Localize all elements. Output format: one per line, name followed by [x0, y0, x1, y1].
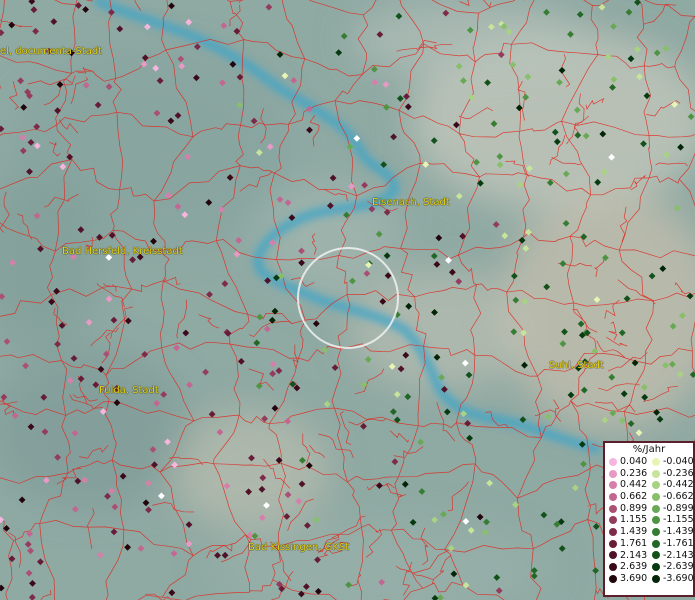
legend: %/Jahr 0.040 -0.040 0.236 -0.236 0.442 -0.442…	[603, 441, 695, 597]
legend-swatch	[652, 574, 660, 583]
legend-entry-negative: -0.662	[648, 491, 694, 503]
legend-value: 1.761	[620, 537, 648, 549]
legend-row: 2.143 -2.143	[605, 549, 694, 562]
legend-swatch	[609, 527, 617, 536]
map-canvas[interactable]	[0, 0, 695, 600]
legend-entry-negative: -1.155	[648, 514, 694, 526]
legend-swatch	[609, 481, 617, 490]
legend-swatch	[652, 539, 660, 548]
legend-row: 2.639 -2.639	[605, 561, 694, 573]
legend-entry-negative: -0.040	[648, 456, 694, 468]
legend-entry-negative: -1.439	[648, 526, 694, 538]
legend-row: 3.690 -3.690	[605, 572, 694, 585]
legend-entry-negative: -0.442	[648, 479, 694, 491]
legend-value: -1.761	[663, 537, 694, 549]
legend-value: -0.899	[663, 502, 694, 514]
legend-value: 2.143	[620, 549, 648, 561]
legend-value: -1.439	[663, 526, 694, 538]
legend-swatch	[652, 527, 660, 536]
legend-value: 0.236	[620, 467, 648, 479]
legend-value: -3.690	[663, 572, 694, 584]
legend-swatch	[652, 469, 660, 478]
city-label-documenta: el, documenta-Stadt	[0, 46, 103, 57]
legend-entry-positive: 2.143	[605, 550, 648, 562]
legend-swatch	[652, 504, 660, 513]
city-label-bad-kissingen: Bad Kissingen, GKSt	[248, 542, 350, 553]
legend-value: -2.143	[663, 549, 694, 561]
legend-swatch	[652, 563, 660, 572]
legend-entry-positive: 0.040	[605, 456, 648, 468]
city-label-eisenach: Eisenach, Stadt	[372, 197, 450, 208]
legend-entry-positive: 1.761	[605, 538, 648, 550]
legend-swatch	[609, 574, 617, 583]
legend-swatch	[652, 481, 660, 490]
legend-value: 0.040	[620, 456, 648, 467]
legend-value: 0.899	[620, 502, 648, 514]
legend-value: 1.155	[620, 514, 648, 526]
legend-value: -0.040	[663, 456, 694, 467]
legend-entry-positive: 0.662	[605, 491, 648, 503]
city-label-bad-hersfeld: Bad Hersfeld, Kreisstadt	[62, 246, 183, 257]
legend-swatch	[609, 563, 617, 572]
legend-title: %/Jahr	[632, 444, 666, 455]
city-label-suhl: Suhl, Stadt	[549, 360, 604, 371]
legend-value: -1.155	[663, 514, 694, 526]
legend-swatch	[609, 516, 617, 525]
legend-entry-negative: -0.899	[648, 502, 694, 515]
legend-rows: 0.040 -0.040 0.236 -0.236 0.442 -0.442 0.662 -0…	[605, 456, 694, 585]
legend-row: 0.040 -0.040	[605, 456, 694, 468]
legend-swatch	[609, 469, 617, 478]
legend-swatch	[609, 551, 617, 560]
legend-row: 1.155 -1.155	[605, 514, 694, 526]
legend-swatch	[609, 492, 617, 501]
legend-entry-positive: 3.690	[605, 573, 648, 585]
legend-row: 0.662 -0.662	[605, 491, 694, 503]
legend-row: 0.899 -0.899	[605, 502, 694, 515]
legend-value: -0.236	[663, 467, 694, 479]
legend-value: -2.639	[663, 561, 694, 573]
legend-value: 0.662	[620, 491, 648, 503]
legend-swatch	[652, 492, 660, 501]
legend-entry-negative: -2.639	[648, 561, 694, 573]
legend-entry-positive: 0.899	[605, 503, 648, 515]
legend-swatch	[652, 516, 660, 525]
legend-row: 0.442 -0.442	[605, 479, 694, 491]
legend-value: 3.690	[620, 572, 648, 584]
legend-entry-negative: -1.761	[648, 537, 694, 550]
legend-entry-positive: 1.439	[605, 526, 648, 538]
legend-entry-positive: 1.155	[605, 514, 648, 526]
legend-value: -0.442	[663, 479, 694, 491]
legend-swatch	[609, 457, 617, 466]
legend-value: 1.439	[620, 526, 648, 538]
legend-entry-negative: -0.236	[648, 467, 694, 480]
legend-value: 2.639	[620, 561, 648, 573]
legend-swatch	[652, 551, 660, 560]
legend-swatch	[609, 504, 617, 513]
legend-value: 0.442	[620, 479, 648, 491]
legend-row: 1.439 -1.439	[605, 526, 694, 538]
legend-swatch	[652, 457, 660, 466]
legend-row: 0.236 -0.236	[605, 467, 694, 480]
legend-entry-positive: 0.442	[605, 479, 648, 491]
legend-swatch	[609, 539, 617, 548]
legend-entry-positive: 2.639	[605, 561, 648, 573]
legend-value: -0.662	[663, 491, 694, 503]
legend-entry-negative: -3.690	[648, 572, 694, 585]
legend-entry-negative: -2.143	[648, 549, 694, 562]
city-label-fulda: Fulda, Stadt	[99, 385, 159, 396]
legend-row: 1.761 -1.761	[605, 537, 694, 550]
legend-entry-positive: 0.236	[605, 468, 648, 480]
